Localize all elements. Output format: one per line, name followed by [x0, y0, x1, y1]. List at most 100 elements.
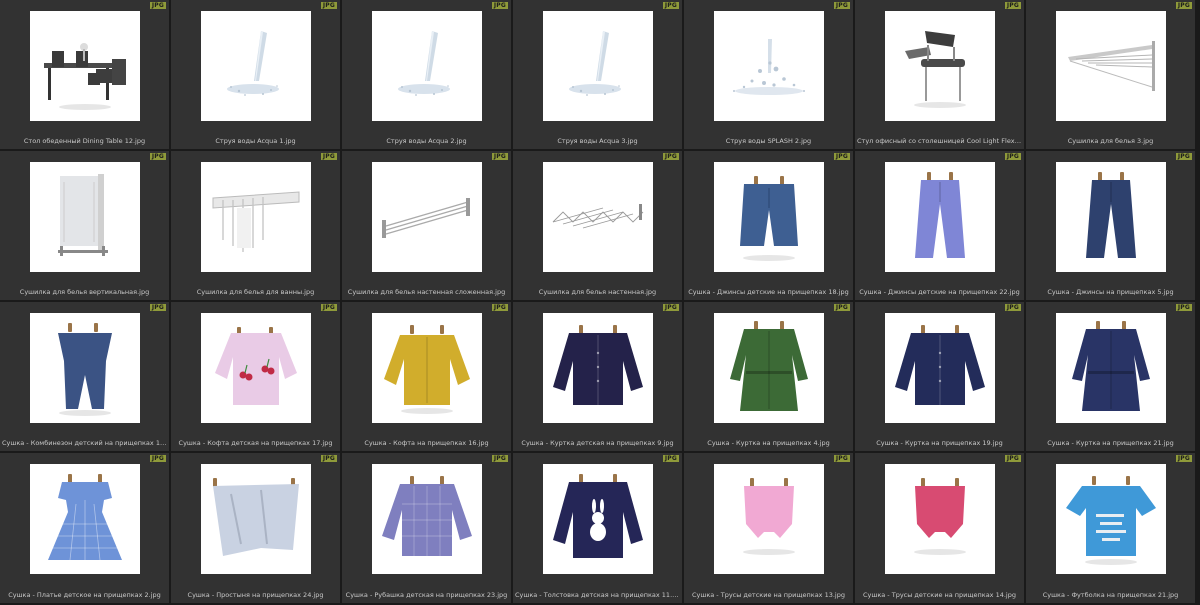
file-name-label: Сушилка для белья для ванны.jpg	[196, 288, 315, 296]
file-name-label: Сушка - Куртка на прищепках 21.jpg	[1047, 439, 1174, 447]
jeans-icon	[885, 162, 995, 272]
file-type-badge: JPG	[320, 455, 337, 462]
thumbnail-item[interactable]: JPG Сушка - Куртка на прищепках 19.jpg	[855, 302, 1024, 451]
file-type-badge: JPG	[491, 153, 508, 160]
dress-icon	[30, 464, 140, 574]
vertical-dryer-icon	[30, 162, 140, 272]
file-type-badge: JPG	[1004, 304, 1021, 311]
office-chair-icon	[885, 11, 995, 121]
file-name-label: Сушка - Джинсы детские на прищепках 22.j…	[859, 288, 1020, 296]
file-type-badge: JPG	[149, 455, 166, 462]
jeans-icon	[1056, 162, 1166, 272]
thumbnail-item[interactable]: JPG Сушка - Платье детское на прищепках …	[0, 453, 169, 603]
thumbnail-item[interactable]: JPG Струя воды Acqua 3.jpg	[513, 0, 682, 149]
water-stream-icon	[201, 11, 311, 121]
file-name-label: Сушка - Джинсы детские на прищепках 18.j…	[688, 288, 849, 296]
file-type-badge: JPG	[833, 153, 850, 160]
thumbnail-item[interactable]: JPG Сушка - Джинсы на прищепках 5.jpg	[1026, 151, 1195, 300]
file-name-label: Сушка - Кофта детская на прищепках 17.jp…	[178, 439, 333, 447]
thumbnail-item[interactable]: JPG Сушка - Кофта детская на прищепках 1…	[171, 302, 340, 451]
jeans-shorts-icon	[714, 162, 824, 272]
thumbnail-item[interactable]: JPG Сушка - Футболка на прищепках 21.jpg	[1026, 453, 1195, 603]
file-name-label: Сушка - Толстовка детская на прищепках 1…	[515, 591, 680, 599]
file-name-label: Сушка - Трусы детские на прищепках 13.jp…	[692, 591, 845, 599]
file-name-label: Сушилка для белья настенная.jpg	[538, 288, 657, 296]
hoodie-bunny-icon	[543, 464, 653, 574]
file-name-label: Сушка - Куртка на прищепках 4.jpg	[707, 439, 830, 447]
file-type-badge: JPG	[662, 153, 679, 160]
bath-dryer-icon	[201, 162, 311, 272]
thumbnail-item[interactable]: JPG Сушка - Рубашка детская на прищепках…	[342, 453, 511, 603]
thumbnail-item[interactable]: JPG Сушилка для белья настенная сложенна…	[342, 151, 511, 300]
file-type-badge: JPG	[1175, 2, 1192, 9]
thumbnail-item[interactable]: JPG Сушка - Куртка детская на прищепках …	[513, 302, 682, 451]
thumbnail-item[interactable]: JPG Сушка - Джинсы детские на прищепках …	[684, 151, 853, 300]
file-type-badge: JPG	[662, 2, 679, 9]
file-name-label: Сушка - Платье детское на прищепках 2.jp…	[8, 591, 161, 599]
thumbnail-grid: JPG Стол обеденный Dining Table 12.jpg JP…	[0, 0, 1200, 605]
dining-table-icon	[30, 11, 140, 121]
coat-icon	[1056, 313, 1166, 423]
thumbnail-item[interactable]: JPG Сушка - Джинсы детские на прищепках …	[855, 151, 1024, 300]
water-stream-icon	[372, 11, 482, 121]
sheet-icon	[201, 464, 311, 574]
file-name-label: Стул офисный со столешницей Cool Light F…	[857, 137, 1022, 145]
thumbnail-item[interactable]: JPG Сушка - Трусы детские на прищепках 1…	[684, 453, 853, 603]
water-splash-icon	[714, 11, 824, 121]
file-type-badge: JPG	[662, 304, 679, 311]
thumbnail-item[interactable]: JPG Сушилка для белья вертикальная.jpg	[0, 151, 169, 300]
thumbnail-item[interactable]: JPG Сушка - Комбинезон детский на прищеп…	[0, 302, 169, 451]
thumbnail-item[interactable]: JPG Струя воды SPLASH 2.jpg	[684, 0, 853, 149]
thumbnail-item[interactable]: JPG Сушка - Кофта на прищепках 16.jpg	[342, 302, 511, 451]
file-name-label: Струя воды Acqua 3.jpg	[557, 137, 638, 145]
file-name-label: Сушка - Футболка на прищепках 21.jpg	[1042, 591, 1179, 599]
file-type-badge: JPG	[1004, 153, 1021, 160]
file-name-label: Сушка - Джинсы на прищепках 5.jpg	[1047, 288, 1174, 296]
thumbnail-item[interactable]: JPG Стул офисный со столешницей Cool Lig…	[855, 0, 1024, 149]
file-name-label: Сушилка для белья настенная сложенная.jp…	[347, 288, 506, 296]
file-name-label: Струя воды Acqua 2.jpg	[386, 137, 467, 145]
file-type-badge: JPG	[1175, 153, 1192, 160]
jumpsuit-icon	[30, 313, 140, 423]
file-name-label: Струя воды Acqua 1.jpg	[215, 137, 296, 145]
file-type-badge: JPG	[1175, 304, 1192, 311]
file-name-label: Стол обеденный Dining Table 12.jpg	[23, 137, 146, 145]
file-type-badge: JPG	[320, 304, 337, 311]
thumbnail-item[interactable]: JPG Сушка - Куртка на прищепках 21.jpg	[1026, 302, 1195, 451]
file-name-label: Струя воды SPLASH 2.jpg	[725, 137, 812, 145]
thumbnail-item[interactable]: JPG Струя воды Acqua 2.jpg	[342, 0, 511, 149]
file-type-badge: JPG	[833, 455, 850, 462]
folded-dryer-icon	[372, 162, 482, 272]
file-type-badge: JPG	[149, 304, 166, 311]
file-type-badge: JPG	[491, 455, 508, 462]
thumbnail-item[interactable]: JPG Сушилка для белья 3.jpg	[1026, 0, 1195, 149]
file-type-badge: JPG	[491, 304, 508, 311]
thumbnail-item[interactable]: JPG Сушка - Простыня на прищепках 24.jpg	[171, 453, 340, 603]
file-type-badge: JPG	[1175, 455, 1192, 462]
thumbnail-item[interactable]: JPG Сушилка для белья для ванны.jpg	[171, 151, 340, 300]
shirt-icon	[372, 464, 482, 574]
jacket-icon	[543, 313, 653, 423]
file-name-label: Сушка - Куртка на прищепках 19.jpg	[876, 439, 1003, 447]
file-name-label: Сушилка для белья 3.jpg	[1067, 137, 1154, 145]
thumbnail-item[interactable]: JPG Струя воды Acqua 1.jpg	[171, 0, 340, 149]
thumbnail-item[interactable]: JPG Сушка - Толстовка детская на прищепк…	[513, 453, 682, 603]
thumbnail-item[interactable]: JPG Сушка - Куртка на прищепках 4.jpg	[684, 302, 853, 451]
thumbnail-item[interactable]: JPG Сушка - Трусы детские на прищепках 1…	[855, 453, 1024, 603]
file-name-label: Сушка - Рубашка детская на прищепках 23.…	[345, 591, 508, 599]
file-type-badge: JPG	[1004, 2, 1021, 9]
file-type-badge: JPG	[1004, 455, 1021, 462]
file-name-label: Сушка - Кофта на прищепках 16.jpg	[364, 439, 489, 447]
thumbnail-item[interactable]: JPG Сушилка для белья настенная.jpg	[513, 151, 682, 300]
file-name-label: Сушка - Простыня на прищепках 24.jpg	[187, 591, 324, 599]
underpants-icon	[885, 464, 995, 574]
file-type-badge: JPG	[149, 2, 166, 9]
file-type-badge: JPG	[149, 153, 166, 160]
thumbnail-item[interactable]: JPG Стол обеденный Dining Table 12.jpg	[0, 0, 169, 149]
wall-dryer-icon	[1056, 11, 1166, 121]
file-name-label: Сушка - Трусы детские на прищепках 14.jp…	[863, 591, 1016, 599]
sweater-icon	[372, 313, 482, 423]
tshirt-icon	[1056, 464, 1166, 574]
underpants-icon	[714, 464, 824, 574]
file-type-badge: JPG	[491, 2, 508, 9]
